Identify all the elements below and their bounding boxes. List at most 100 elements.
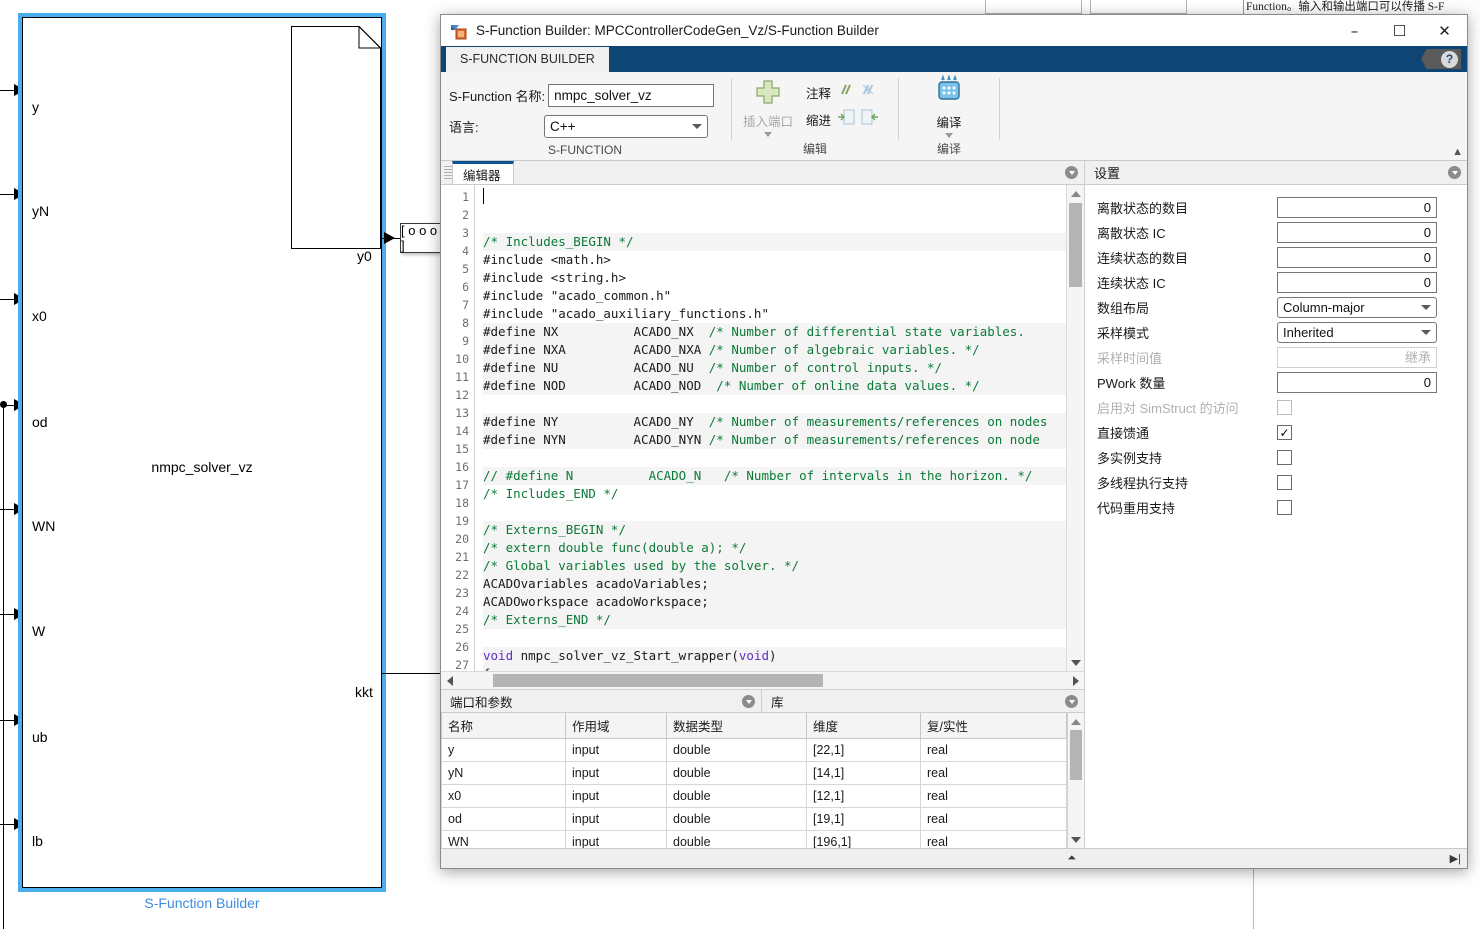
port-datatype[interactable]: double (666, 738, 807, 762)
library-panel-menu-icon[interactable] (1065, 695, 1078, 708)
settings-checkbox[interactable] (1277, 475, 1292, 490)
table-row[interactable]: x0 input double [12,1] real (441, 784, 1067, 808)
tab-ports-and-parameters[interactable]: 端口和参数 (441, 690, 762, 713)
settings-checkbox[interactable] (1277, 450, 1292, 465)
scroll-to-end-icon[interactable]: ▶| (1450, 852, 1461, 865)
code-line: /* extern double func(double a); */ (483, 539, 1066, 557)
code-editor[interactable]: 1 2 3 4 5 6 7 8 9 10 11 12 13 14 15 16 17 18 19 20 21 22 23 24 2… (441, 185, 1084, 672)
port-complexity[interactable]: real (920, 830, 1067, 848)
ribbon-collapse-icon[interactable]: ▲ (1452, 146, 1463, 158)
settings-input[interactable]: 0 (1277, 197, 1437, 218)
settings-panel-menu-icon[interactable] (1448, 166, 1461, 179)
editor-vertical-scrollbar[interactable] (1066, 185, 1084, 671)
port-dimensions[interactable]: [19,1] (806, 807, 921, 831)
ports-panel-menu-icon[interactable] (742, 695, 755, 708)
port-datatype[interactable]: double (666, 807, 807, 831)
scroll-right-icon[interactable] (1067, 672, 1084, 689)
sfunction-builder-dialog[interactable]: S-Function Builder: MPCControllerCodeGen… (440, 14, 1468, 869)
scroll-down-icon[interactable] (1067, 654, 1084, 671)
scroll-down-icon[interactable] (1068, 831, 1084, 848)
table-row[interactable]: WN input double [196,1] real (441, 830, 1067, 848)
editor-hscroll-track[interactable] (458, 674, 1067, 687)
help-button[interactable]: ? (1421, 49, 1461, 69)
language-select[interactable]: C++ (544, 114, 708, 138)
line-number: 10 (455, 352, 469, 366)
ports-scroll-thumb[interactable] (1070, 730, 1082, 780)
port-scope[interactable]: input (565, 738, 667, 762)
drag-grip-icon[interactable] (444, 165, 452, 180)
port-scope[interactable]: input (565, 807, 667, 831)
port-scope[interactable]: input (565, 784, 667, 808)
scroll-to-bottom-icon[interactable]: ⏶ (1067, 852, 1076, 865)
scroll-up-icon[interactable] (1067, 185, 1084, 202)
table-row[interactable]: yN input double [14,1] real (441, 761, 1067, 785)
port-datatype[interactable]: double (666, 830, 807, 848)
table-row[interactable]: od input double [19,1] real (441, 807, 1067, 831)
settings-checkbox[interactable] (1277, 500, 1292, 515)
settings-input[interactable]: 0 (1277, 222, 1437, 243)
col-header-datatype[interactable]: 数据类型 (666, 713, 807, 739)
col-header-scope[interactable]: 作用域 (565, 713, 667, 739)
remove-comment-icon[interactable] (860, 82, 877, 102)
port-dimensions[interactable]: [12,1] (806, 784, 921, 808)
port-complexity[interactable]: real (920, 761, 1067, 785)
settings-select[interactable]: Column-major (1277, 297, 1437, 318)
settings-select[interactable]: Inherited (1277, 322, 1437, 343)
minimize-button[interactable]: – (1332, 15, 1377, 46)
scroll-left-icon[interactable] (441, 672, 458, 689)
settings-input[interactable]: 0 (1277, 247, 1437, 268)
sfunction-builder-block[interactable]: y yN x0 od WN W ub lb y0 kkt nmpc_solver… (22, 17, 382, 888)
port-complexity[interactable]: real (920, 807, 1067, 831)
editor-panel-menu-icon[interactable] (1065, 166, 1078, 179)
sfunction-name-input[interactable]: nmpc_solver_vz (548, 83, 715, 107)
insert-port-button[interactable]: 插入端口 (740, 78, 796, 137)
port-scope[interactable]: input (565, 761, 667, 785)
col-header-name[interactable]: 名称 (441, 713, 566, 739)
indent-right-icon[interactable] (837, 109, 855, 130)
line-number: 5 (462, 262, 469, 276)
port-scope[interactable]: input (565, 830, 667, 848)
port-dimensions[interactable]: [22,1] (806, 738, 921, 762)
settings-input[interactable]: 0 (1277, 372, 1437, 393)
settings-panel-header: 设置 (1085, 161, 1467, 185)
port-name[interactable]: yN (441, 761, 566, 785)
ports-table-scrollbar[interactable] (1067, 713, 1084, 848)
ports-table-wrap[interactable]: 名称 作用域 数据类型 维度 复/实性 y input double [22,1] re… (441, 713, 1084, 848)
port-datatype[interactable]: double (666, 784, 807, 808)
background-tab-1[interactable] (985, 0, 1082, 14)
settings-checkbox[interactable]: ✓ (1277, 425, 1292, 440)
settings-input[interactable]: 0 (1277, 272, 1437, 293)
col-header-complexity[interactable]: 复/实性 (920, 713, 1067, 739)
build-button[interactable]: 编译 (933, 73, 965, 138)
close-button[interactable]: ✕ (1422, 15, 1467, 46)
table-row[interactable]: y input double [22,1] real (441, 738, 1067, 762)
tab-sfunction-builder[interactable]: S-FUNCTION BUILDER (446, 47, 609, 72)
indent-row[interactable]: 缩进 (806, 109, 879, 130)
col-header-dimensions[interactable]: 维度 (806, 713, 921, 739)
port-name[interactable]: od (441, 807, 566, 831)
scroll-up-icon[interactable] (1068, 713, 1084, 730)
port-dimensions[interactable]: [196,1] (806, 830, 921, 848)
port-datatype[interactable]: double (666, 761, 807, 785)
dialog-titlebar[interactable]: S-Function Builder: MPCControllerCodeGen… (441, 15, 1467, 46)
terminator-block[interactable]: [ o o o ] (400, 223, 442, 253)
tab-editor[interactable]: 编辑器 (452, 161, 514, 184)
port-name[interactable]: y (441, 738, 566, 762)
indent-left-icon[interactable] (861, 109, 879, 130)
editor-vscroll-thumb[interactable] (1069, 203, 1082, 287)
port-complexity[interactable]: real (920, 738, 1067, 762)
background-tab-2[interactable] (1090, 0, 1187, 14)
port-name[interactable]: WN (441, 830, 566, 848)
port-name[interactable]: x0 (441, 784, 566, 808)
port-dimensions[interactable]: [14,1] (806, 761, 921, 785)
port-complexity[interactable]: real (920, 784, 1067, 808)
editor-code-area[interactable]: /* Includes_BEGIN */#include <math.h> #in… (475, 185, 1066, 671)
tab-library[interactable]: 库 (762, 690, 1084, 713)
maximize-button[interactable]: ☐ (1377, 15, 1422, 46)
editor-horizontal-scrollbar[interactable] (441, 671, 1084, 689)
footer-left: ⏶ (441, 852, 1084, 865)
editor-hscroll-thumb[interactable] (493, 674, 823, 687)
add-comment-icon[interactable] (837, 82, 854, 102)
comment-row[interactable]: 注释 (806, 82, 879, 102)
